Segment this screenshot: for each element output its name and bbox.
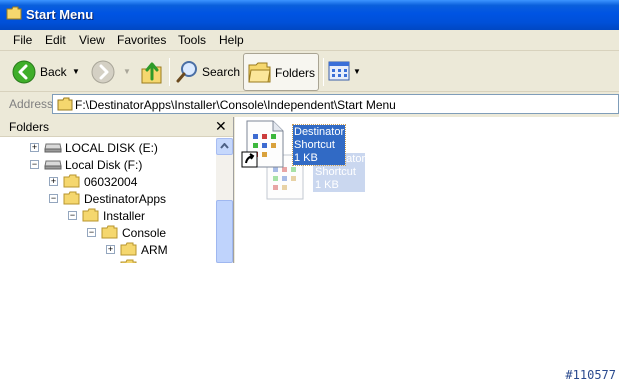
expand-icon[interactable]: + <box>49 177 58 186</box>
tree-item-arm[interactable]: + ARM <box>0 241 215 258</box>
menu-favorites[interactable]: Favorites <box>117 33 166 47</box>
address-bar: Address F:\DestinatorApps\Installer\Cons… <box>0 93 619 116</box>
toolbar-separator <box>169 58 170 86</box>
shortcut-file-icon <box>241 120 284 168</box>
address-path: F:\DestinatorApps\Installer\Console\Inde… <box>75 98 396 112</box>
chevron-up-icon <box>220 143 229 149</box>
file-size: 1 KB <box>315 179 339 191</box>
folders-icon <box>248 62 271 83</box>
tree-item-console[interactable]: − Console <box>0 224 215 241</box>
folder-icon <box>63 174 80 188</box>
folders-pane: Folders ✕ + LOCAL DISK (E:) − Local Disk… <box>0 117 234 263</box>
file-list-pane: Destinator Shortcut 1 KB Destinator <box>235 117 619 263</box>
file-size: 1 KB <box>294 152 318 164</box>
menu-file[interactable]: File <box>13 33 32 47</box>
file-type: Shortcut <box>294 139 335 151</box>
scroll-up-button[interactable] <box>216 138 233 155</box>
window-title: Start Menu <box>26 7 94 22</box>
tree-item-local-disk-e[interactable]: + LOCAL DISK (E:) <box>0 139 215 156</box>
tree-item-label: ARM <box>141 243 168 257</box>
folder-icon <box>101 225 118 239</box>
tree-item-label: DestinatorApps <box>84 192 167 206</box>
collapse-icon[interactable]: − <box>87 228 96 237</box>
search-icon <box>176 61 197 83</box>
drive-icon <box>44 160 62 170</box>
expand-icon[interactable]: + <box>106 245 115 254</box>
menu-help[interactable]: Help <box>219 33 244 47</box>
folder-icon <box>57 97 73 111</box>
tree-item-label: LOCAL DISK (E:) <box>65 141 158 155</box>
forward-dropdown-icon: ▼ <box>123 67 131 76</box>
folders-button[interactable]: Folders <box>243 53 319 91</box>
close-icon[interactable]: ✕ <box>215 118 227 135</box>
menu-bar: File Edit View Favorites Tools Help <box>0 30 619 51</box>
views-icon <box>328 61 350 81</box>
address-field[interactable]: F:\DestinatorApps\Installer\Console\Inde… <box>52 94 619 114</box>
up-folder-button[interactable] <box>139 55 165 89</box>
tree-item-installer[interactable]: − Installer <box>0 207 215 224</box>
tree-item-label: Local Disk (F:) <box>65 158 143 172</box>
collapse-icon[interactable]: − <box>30 160 39 169</box>
tree-item-local-disk-f[interactable]: − Local Disk (F:) <box>0 156 215 173</box>
explorer-window: Start Menu File Edit View Favorites Tool… <box>0 0 619 263</box>
back-label: Back <box>40 65 67 79</box>
collapse-icon[interactable]: − <box>68 211 77 220</box>
menu-view[interactable]: View <box>79 33 105 47</box>
toolbar-separator <box>323 58 324 86</box>
title-bar[interactable]: Start Menu <box>0 0 619 30</box>
forward-button[interactable]: ▼ <box>90 55 132 89</box>
up-folder-icon <box>141 62 162 84</box>
drive-icon <box>44 143 62 153</box>
image-id-label: #110577 <box>565 368 616 382</box>
scroll-thumb[interactable] <box>216 200 233 263</box>
folder-icon <box>82 208 99 222</box>
search-button[interactable]: Search <box>174 55 241 89</box>
views-button[interactable]: ▼ <box>327 55 361 89</box>
tree-item-destinatorapps[interactable]: − DestinatorApps <box>0 190 215 207</box>
toolbar: Back ▼ ▼ Search Folders ▼ <box>0 52 619 92</box>
tree-item-06032004[interactable]: + 06032004 <box>0 173 215 190</box>
folder-icon <box>120 242 137 256</box>
folders-label: Folders <box>275 66 316 80</box>
menu-edit[interactable]: Edit <box>45 33 66 47</box>
folder-icon <box>63 191 80 205</box>
views-dropdown-icon[interactable]: ▼ <box>353 67 361 76</box>
file-name: Destinator <box>294 126 345 138</box>
folder-icon <box>120 259 137 263</box>
back-dropdown-icon[interactable]: ▼ <box>72 67 80 76</box>
expand-icon[interactable]: + <box>30 143 39 152</box>
folders-pane-title: Folders <box>9 120 50 134</box>
file-item-destinator[interactable]: Destinator Shortcut 1 KB <box>241 119 347 169</box>
tree-item-label: 06032004 <box>84 175 138 189</box>
back-arrow-icon <box>12 60 36 84</box>
folder-icon <box>6 6 22 20</box>
collapse-icon[interactable]: − <box>49 194 58 203</box>
tree-item-label: Console <box>122 226 167 240</box>
back-button[interactable]: Back ▼ <box>10 55 80 89</box>
search-label: Search <box>202 65 241 79</box>
address-label: Address <box>9 97 54 111</box>
folders-pane-header: Folders ✕ <box>0 117 233 137</box>
folders-scrollbar[interactable] <box>216 138 233 263</box>
tree-item-label: Installer <box>103 209 146 223</box>
forward-arrow-icon <box>91 60 115 84</box>
menu-tools[interactable]: Tools <box>178 33 206 47</box>
